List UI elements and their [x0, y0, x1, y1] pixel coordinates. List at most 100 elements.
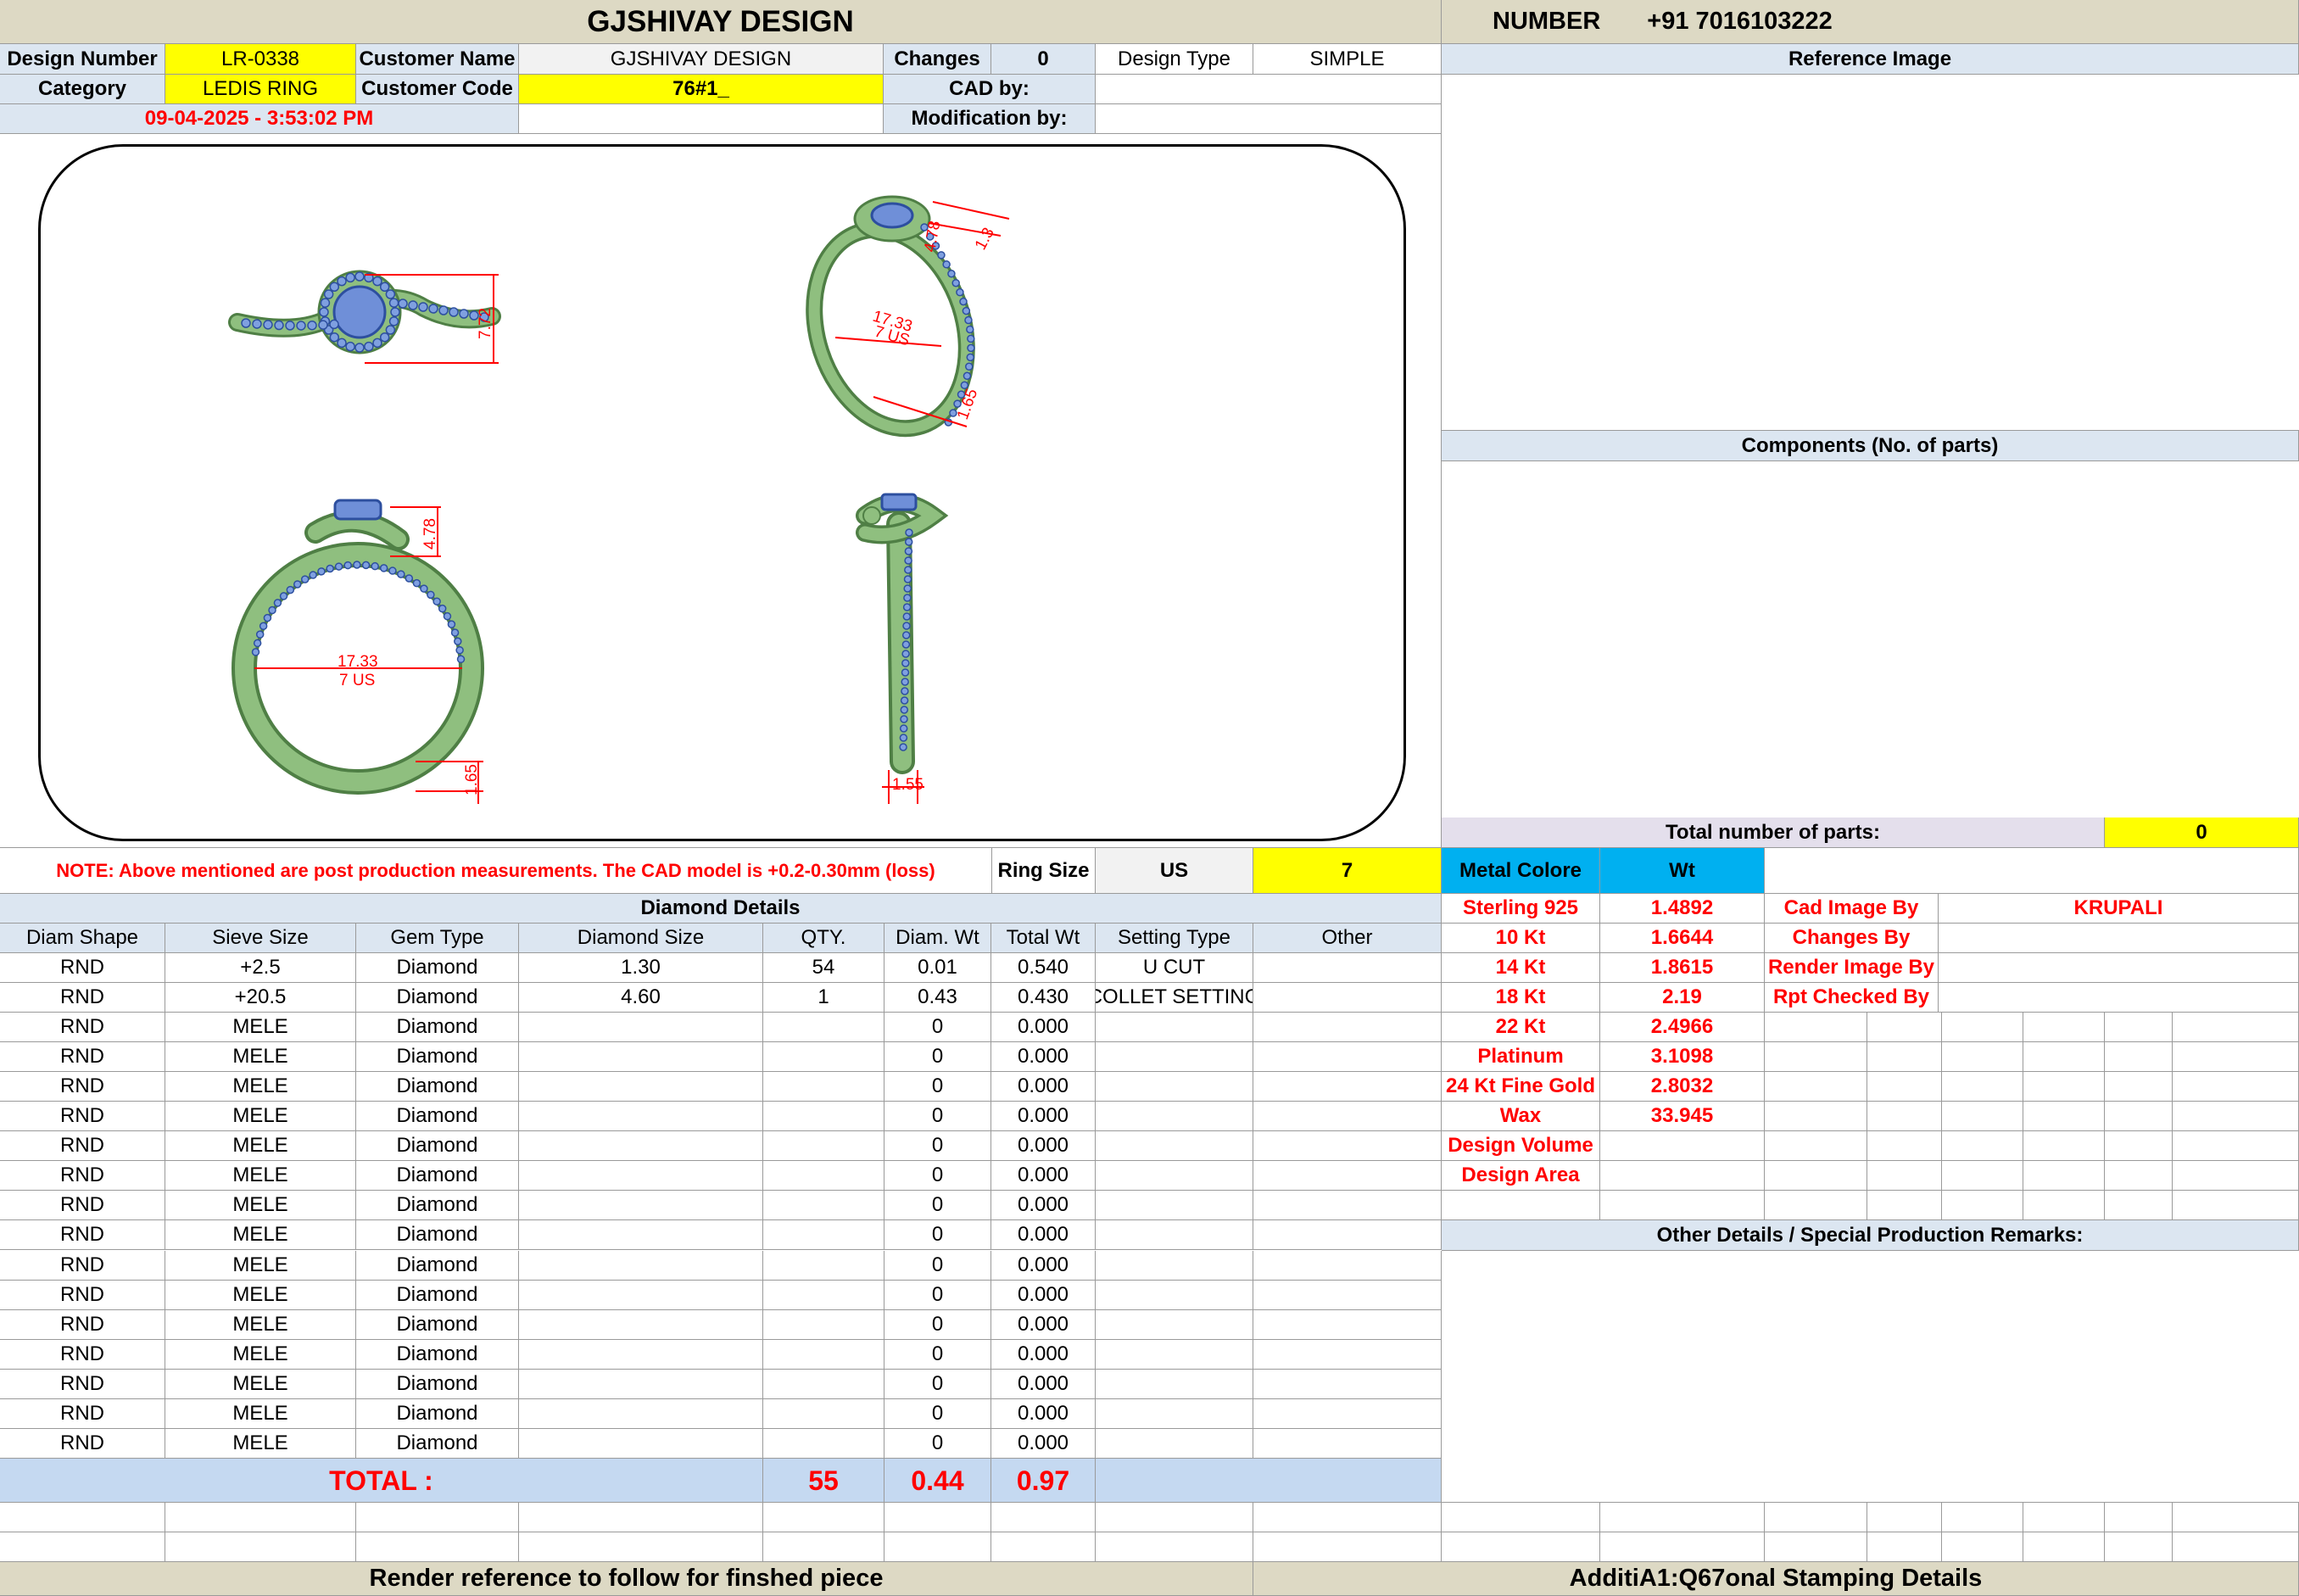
- diamond-cell-diam-wt[interactable]: 0: [884, 1398, 991, 1429]
- credit-value[interactable]: [1939, 983, 2299, 1013]
- credit-value[interactable]: [1939, 953, 2299, 983]
- diamond-cell-qty[interactable]: [763, 1102, 884, 1132]
- metal-weight[interactable]: 1.6644: [1600, 924, 1765, 953]
- diamond-cell-gem-type[interactable]: Diamond: [356, 1250, 519, 1281]
- diamond-cell-other[interactable]: [1253, 1280, 1442, 1310]
- diamond-cell-diam-shape[interactable]: RND: [0, 1339, 165, 1370]
- modification-by-value[interactable]: [1096, 104, 1442, 134]
- metal-weight[interactable]: 1.4892: [1600, 894, 1765, 924]
- diamond-cell-other[interactable]: [1253, 953, 1442, 984]
- diamond-cell-qty[interactable]: [763, 1161, 884, 1191]
- diamond-cell-diam-wt[interactable]: 0: [884, 1220, 991, 1251]
- diamond-cell-qty[interactable]: [763, 1428, 884, 1459]
- diamond-cell-sieve-size[interactable]: MELE: [165, 1161, 356, 1191]
- diamond-cell-diamond-size[interactable]: [519, 1042, 763, 1073]
- diamond-cell-qty[interactable]: [763, 1280, 884, 1310]
- diamond-cell-gem-type[interactable]: Diamond: [356, 1398, 519, 1429]
- diamond-cell-sieve-size[interactable]: MELE: [165, 1220, 356, 1251]
- diamond-cell-diamond-size[interactable]: [519, 1339, 763, 1370]
- diamond-cell-sieve-size[interactable]: MELE: [165, 1250, 356, 1281]
- diamond-cell-gem-type[interactable]: Diamond: [356, 1102, 519, 1132]
- diamond-cell-diam-shape[interactable]: RND: [0, 1131, 165, 1162]
- diamond-cell-setting-type[interactable]: U CUT: [1096, 953, 1253, 984]
- diamond-cell-diam-shape[interactable]: RND: [0, 1161, 165, 1191]
- changes-value[interactable]: 0: [991, 44, 1096, 75]
- diamond-cell-other[interactable]: [1253, 1309, 1442, 1340]
- diamond-cell-qty[interactable]: [763, 1131, 884, 1162]
- diamond-cell-other[interactable]: [1253, 1191, 1442, 1221]
- diamond-cell-setting-type[interactable]: [1096, 1191, 1253, 1221]
- diamond-cell-setting-type[interactable]: [1096, 1339, 1253, 1370]
- cad-by-value[interactable]: [1096, 75, 1442, 104]
- diamond-cell-total-wt[interactable]: 0.000: [991, 1131, 1096, 1162]
- diamond-cell-diamond-size[interactable]: [519, 1013, 763, 1043]
- diamond-cell-diam-shape[interactable]: RND: [0, 983, 165, 1013]
- metal-weight[interactable]: [1600, 1161, 1765, 1191]
- diamond-cell-diam-shape[interactable]: RND: [0, 1013, 165, 1043]
- diamond-cell-sieve-size[interactable]: MELE: [165, 1042, 356, 1073]
- metal-weight[interactable]: 1.8615: [1600, 953, 1765, 983]
- diamond-cell-gem-type[interactable]: Diamond: [356, 1369, 519, 1399]
- diamond-cell-diam-wt[interactable]: 0: [884, 1102, 991, 1132]
- diamond-cell-setting-type[interactable]: [1096, 1309, 1253, 1340]
- diamond-cell-setting-type[interactable]: [1096, 1131, 1253, 1162]
- diamond-cell-sieve-size[interactable]: MELE: [165, 1309, 356, 1340]
- diamond-cell-diamond-size[interactable]: [519, 1428, 763, 1459]
- ring-size-value[interactable]: 7: [1253, 848, 1442, 894]
- diamond-cell-gem-type[interactable]: Diamond: [356, 1428, 519, 1459]
- diamond-cell-other[interactable]: [1253, 1428, 1442, 1459]
- customer-code-value[interactable]: 76#1_: [519, 75, 884, 104]
- diamond-cell-sieve-size[interactable]: +20.5: [165, 983, 356, 1013]
- diamond-cell-total-wt[interactable]: 0.000: [991, 1398, 1096, 1429]
- diamond-cell-total-wt[interactable]: 0.540: [991, 953, 1096, 984]
- diamond-cell-setting-type[interactable]: [1096, 1161, 1253, 1191]
- diamond-cell-diam-shape[interactable]: RND: [0, 1369, 165, 1399]
- diamond-cell-total-wt[interactable]: 0.000: [991, 1102, 1096, 1132]
- diamond-cell-diamond-size[interactable]: [519, 1309, 763, 1340]
- diamond-cell-diamond-size[interactable]: [519, 1220, 763, 1251]
- diamond-cell-total-wt[interactable]: 0.000: [991, 1161, 1096, 1191]
- diamond-cell-sieve-size[interactable]: +2.5: [165, 953, 356, 984]
- diamond-cell-diam-wt[interactable]: 0: [884, 1369, 991, 1399]
- diamond-cell-diam-wt[interactable]: 0: [884, 1339, 991, 1370]
- diamond-cell-gem-type[interactable]: Diamond: [356, 1191, 519, 1221]
- diamond-cell-diam-wt[interactable]: 0.43: [884, 983, 991, 1013]
- credit-value[interactable]: [1939, 924, 2299, 953]
- diamond-cell-total-wt[interactable]: 0.000: [991, 1191, 1096, 1221]
- diamond-cell-setting-type[interactable]: [1096, 1369, 1253, 1399]
- diamond-cell-diamond-size[interactable]: [519, 1131, 763, 1162]
- diamond-cell-qty[interactable]: [763, 1369, 884, 1399]
- diamond-cell-diamond-size[interactable]: [519, 1191, 763, 1221]
- metal-weight[interactable]: 2.8032: [1600, 1072, 1765, 1102]
- metal-weight[interactable]: [1600, 1131, 1765, 1161]
- diamond-cell-diamond-size[interactable]: [519, 1369, 763, 1399]
- diamond-cell-diam-shape[interactable]: RND: [0, 1191, 165, 1221]
- diamond-cell-diam-shape[interactable]: RND: [0, 953, 165, 984]
- diamond-cell-gem-type[interactable]: Diamond: [356, 1131, 519, 1162]
- diamond-cell-setting-type[interactable]: [1096, 1280, 1253, 1310]
- diamond-cell-qty[interactable]: [763, 1220, 884, 1251]
- diamond-cell-total-wt[interactable]: 0.000: [991, 1309, 1096, 1340]
- customer-name-value[interactable]: GJSHIVAY DESIGN: [519, 44, 884, 75]
- diamond-cell-other[interactable]: [1253, 1250, 1442, 1281]
- diamond-cell-gem-type[interactable]: Diamond: [356, 983, 519, 1013]
- diamond-cell-setting-type[interactable]: [1096, 1102, 1253, 1132]
- diamond-cell-setting-type[interactable]: [1096, 1428, 1253, 1459]
- category-value[interactable]: LEDIS RING: [165, 75, 356, 104]
- diamond-cell-diamond-size[interactable]: [519, 1161, 763, 1191]
- diamond-cell-sieve-size[interactable]: MELE: [165, 1131, 356, 1162]
- diamond-cell-other[interactable]: [1253, 1042, 1442, 1073]
- diamond-cell-sieve-size[interactable]: MELE: [165, 1369, 356, 1399]
- diamond-cell-other[interactable]: [1253, 1072, 1442, 1102]
- diamond-cell-total-wt[interactable]: 0.000: [991, 1339, 1096, 1370]
- diamond-cell-diamond-size[interactable]: 4.60: [519, 983, 763, 1013]
- diamond-cell-qty[interactable]: 1: [763, 983, 884, 1013]
- diamond-cell-diamond-size[interactable]: 1.30: [519, 953, 763, 984]
- diamond-cell-gem-type[interactable]: Diamond: [356, 1013, 519, 1043]
- diamond-cell-qty[interactable]: [763, 1191, 884, 1221]
- diamond-cell-qty[interactable]: [763, 1309, 884, 1340]
- diamond-cell-setting-type[interactable]: [1096, 1250, 1253, 1281]
- diamond-cell-diam-shape[interactable]: RND: [0, 1250, 165, 1281]
- diamond-cell-qty[interactable]: [763, 1339, 884, 1370]
- diamond-cell-diam-shape[interactable]: RND: [0, 1280, 165, 1310]
